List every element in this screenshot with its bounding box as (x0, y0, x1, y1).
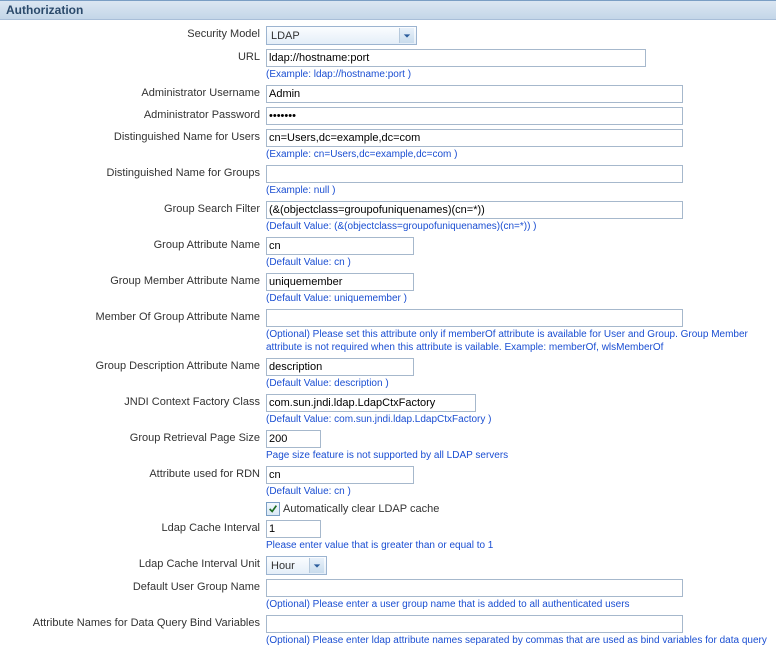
label-dn-groups: Distinguished Name for Groups (6, 163, 266, 179)
group-member-attr-input[interactable] (266, 273, 414, 291)
hint-url: (Example: ldap://hostname:port ) (266, 68, 770, 81)
hint-rdn: (Default Value: cn ) (266, 485, 770, 498)
label-security-model: Security Model (6, 24, 266, 40)
label-group-desc-attr: Group Description Attribute Name (6, 356, 266, 372)
label-admin-pass: Administrator Password (6, 105, 266, 121)
label-group-attr: Group Attribute Name (6, 235, 266, 251)
label-dn-users: Distinguished Name for Users (6, 127, 266, 143)
hint-dn-users: (Example: cn=Users,dc=example,dc=com ) (266, 148, 770, 161)
cache-unit-select[interactable]: Hour (266, 556, 327, 575)
hint-bind-vars: (Optional) Please enter ldap attribute n… (266, 634, 770, 647)
default-group-input[interactable] (266, 579, 683, 597)
page-size-input[interactable] (266, 430, 321, 448)
label-auto-clear-blank (6, 500, 266, 504)
chevron-down-icon (399, 28, 414, 43)
form-body: Security Model LDAP URL (Example: ldap:/… (0, 20, 776, 655)
rdn-input[interactable] (266, 466, 414, 484)
group-attr-input[interactable] (266, 237, 414, 255)
admin-pass-input[interactable] (266, 107, 683, 125)
hint-page-size: Page size feature is not supported by al… (266, 449, 770, 462)
group-desc-attr-input[interactable] (266, 358, 414, 376)
group-search-input[interactable] (266, 201, 683, 219)
label-jndi: JNDI Context Factory Class (6, 392, 266, 408)
hint-group-member-attr: (Default Value: uniquemember ) (266, 292, 770, 305)
label-default-group: Default User Group Name (6, 577, 266, 593)
hint-default-group: (Optional) Please enter a user group nam… (266, 598, 770, 611)
label-bind-vars: Attribute Names for Data Query Bind Vari… (6, 613, 266, 629)
label-url: URL (6, 47, 266, 63)
security-model-select[interactable]: LDAP (266, 26, 417, 45)
jndi-input[interactable] (266, 394, 476, 412)
hint-dn-groups: (Example: null ) (266, 184, 770, 197)
label-group-search: Group Search Filter (6, 199, 266, 215)
label-group-member-attr: Group Member Attribute Name (6, 271, 266, 287)
hint-group-attr: (Default Value: cn ) (266, 256, 770, 269)
hint-cache-interval: Please enter value that is greater than … (266, 539, 770, 552)
dn-groups-input[interactable] (266, 165, 683, 183)
bind-vars-input[interactable] (266, 615, 683, 633)
check-icon (268, 504, 278, 514)
admin-user-input[interactable] (266, 85, 683, 103)
hint-group-search: (Default Value: (&(objectclass=groupofun… (266, 220, 770, 233)
authorization-panel: Authorization Security Model LDAP URL (E… (0, 0, 776, 655)
panel-title: Authorization (0, 1, 776, 20)
auto-clear-checkbox[interactable] (266, 502, 280, 516)
dn-users-input[interactable] (266, 129, 683, 147)
label-memberof-attr: Member Of Group Attribute Name (6, 307, 266, 323)
url-input[interactable] (266, 49, 646, 67)
hint-memberof-attr: (Optional) Please set this attribute onl… (266, 328, 770, 354)
label-page-size: Group Retrieval Page Size (6, 428, 266, 444)
label-rdn: Attribute used for RDN (6, 464, 266, 480)
label-admin-user: Administrator Username (6, 83, 266, 99)
hint-group-desc-attr: (Default Value: description ) (266, 377, 770, 390)
label-cache-unit: Ldap Cache Interval Unit (6, 554, 266, 570)
memberof-attr-input[interactable] (266, 309, 683, 327)
label-cache-interval: Ldap Cache Interval (6, 518, 266, 534)
cache-interval-input[interactable] (266, 520, 321, 538)
auto-clear-label: Automatically clear LDAP cache (283, 503, 439, 515)
hint-jndi: (Default Value: com.sun.jndi.ldap.LdapCt… (266, 413, 770, 426)
chevron-down-icon (309, 558, 324, 573)
